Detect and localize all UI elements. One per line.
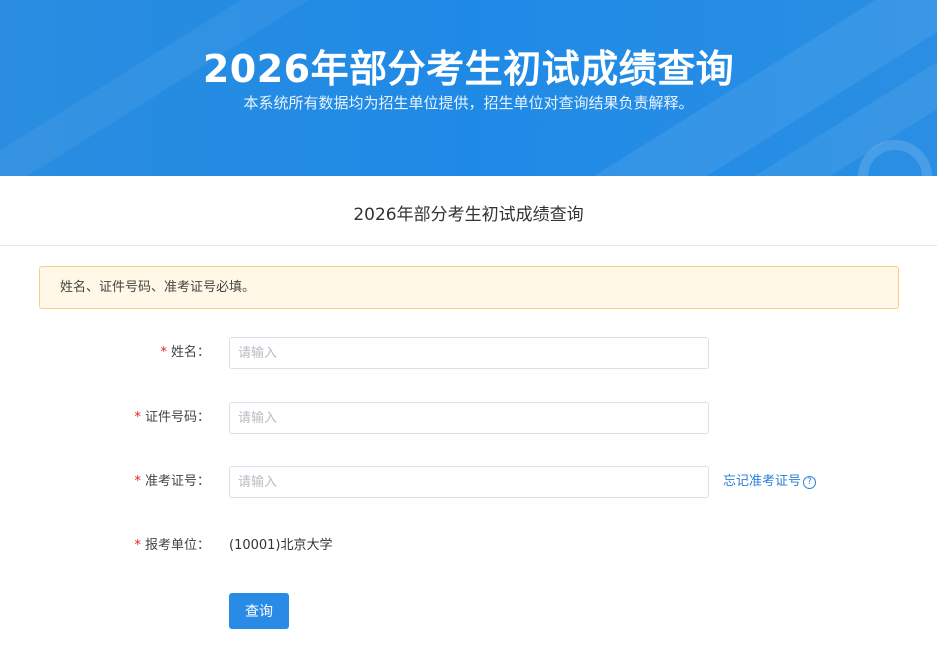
question-circle-icon[interactable]: ? — [803, 475, 817, 489]
forgot-exam-number-text[interactable]: 忘记准考证号 — [723, 466, 801, 498]
page-title: 2026年部分考生初试成绩查询 — [0, 176, 937, 246]
id-number-row: * 证件号码： — [0, 402, 937, 434]
required-star: * — [134, 474, 141, 489]
exam-number-input[interactable] — [229, 466, 709, 498]
name-input[interactable] — [229, 337, 709, 369]
exam-number-label: * 准考证号： — [134, 474, 210, 489]
unit-label: * 报考单位： — [134, 538, 210, 553]
required-star: * — [134, 410, 141, 425]
name-label: * 姓名： — [160, 345, 210, 360]
id-number-input[interactable] — [229, 402, 709, 434]
banner-title: 2026年部分考生初试成绩查询 — [202, 47, 735, 91]
forgot-exam-number-link[interactable]: 忘记准考证号 ? — [723, 466, 817, 498]
query-button[interactable]: 查询 — [229, 593, 289, 629]
header-banner: 2026年部分考生初试成绩查询 本系统所有数据均为招生单位提供，招生单位对查询结… — [0, 0, 937, 176]
unit-row: * 报考单位： (10001)北京大学 — [0, 530, 937, 562]
banner-subtitle: 本系统所有数据均为招生单位提供，招生单位对查询结果负责解释。 — [243, 94, 694, 112]
required-star: * — [160, 345, 167, 360]
required-star: * — [134, 538, 141, 553]
unit-value: (10001)北京大学 — [229, 538, 333, 553]
id-number-label: * 证件号码： — [134, 410, 210, 425]
required-notice: 姓名、证件号码、准考证号必填。 — [39, 266, 899, 309]
exam-number-row: *准考证号： 忘记准考证号 ? — [0, 466, 937, 498]
name-row: * 姓名： — [0, 337, 937, 369]
